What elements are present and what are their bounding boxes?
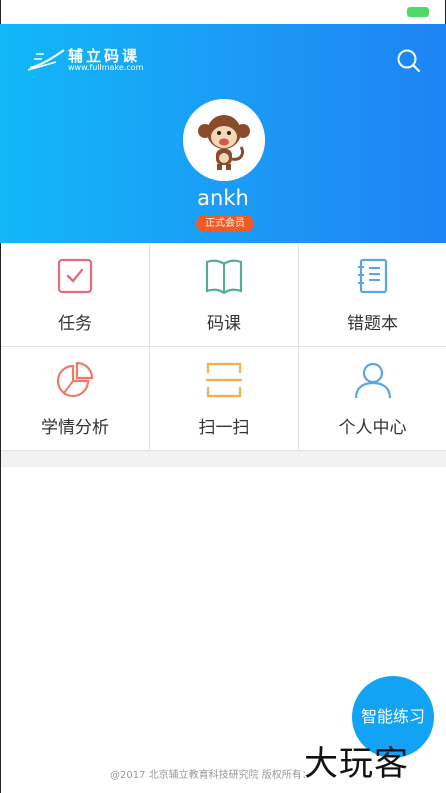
scan-icon	[206, 362, 242, 398]
menu-label-task: 任务	[58, 314, 92, 334]
menu-label-mistakes: 错题本	[347, 314, 398, 334]
book-icon	[205, 259, 243, 294]
menu-item-analysis[interactable]: 学情分析	[1, 347, 150, 451]
feature-grid: 任务 码课 错题本 学情分析 扫一扫 个人中心	[0, 243, 446, 451]
menu-label-analysis: 学情分析	[41, 418, 109, 438]
menu-label-course: 码课	[207, 314, 241, 334]
search-icon	[397, 49, 421, 73]
logo-url: www.fullmake.com	[68, 63, 144, 72]
user-icon	[354, 362, 391, 399]
menu-item-task[interactable]: 任务	[1, 243, 150, 347]
pie-chart-icon	[56, 362, 94, 398]
menu-item-course[interactable]: 码课	[150, 243, 299, 347]
section-divider	[0, 451, 446, 467]
app-logo: 辅立码课 www.fullmake.com	[26, 46, 156, 74]
notebook-icon	[357, 258, 387, 294]
menu-label-scan: 扫一扫	[198, 418, 250, 438]
search-button[interactable]	[396, 48, 422, 74]
menu-item-mistakes[interactable]: 错题本	[299, 243, 446, 347]
battery-icon	[407, 7, 429, 17]
menu-item-profile[interactable]: 个人中心	[299, 347, 446, 451]
menu-label-profile: 个人中心	[338, 418, 407, 438]
menu-item-scan[interactable]: 扫一扫	[150, 347, 299, 451]
logo-swoosh-icon	[27, 49, 65, 71]
avatar[interactable]	[183, 99, 265, 181]
profile-header: 辅立码课 www.fullmake.com ankh 正式会员	[0, 24, 446, 243]
username: ankh	[197, 186, 249, 210]
task-check-icon	[57, 258, 93, 294]
monkey-avatar-icon	[183, 99, 265, 181]
watermark: 大玩客	[304, 744, 409, 784]
membership-badge: 正式会员	[196, 215, 254, 232]
copyright-footer: @2017 北京辅立教育科技研究院 版权所有：	[110, 770, 312, 781]
status-bar	[0, 0, 446, 24]
